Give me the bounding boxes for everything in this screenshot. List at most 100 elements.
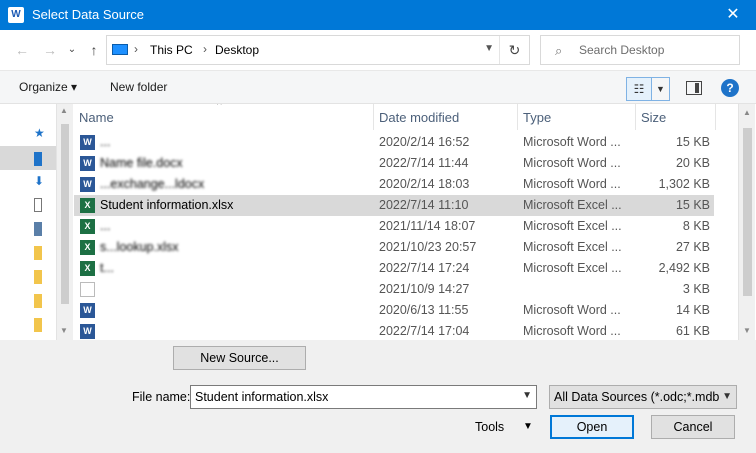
desktop-icon[interactable] [34, 152, 42, 166]
pictures-icon[interactable] [34, 222, 42, 236]
file-row[interactable]: X s...lookup.xlsx 2021/10/23 20:57 Micro… [74, 237, 714, 258]
up-button[interactable]: ↑ [84, 40, 104, 60]
file-name: ... [100, 135, 111, 149]
chevron-down-icon[interactable]: ▼ [722, 391, 732, 402]
file-type: Microsoft Excel ... [523, 219, 622, 233]
folder-icon[interactable] [34, 294, 42, 308]
file-icon [80, 282, 95, 297]
command-toolbar: Organize ▾ New folder ☷ ▼ ? [0, 70, 756, 104]
file-list-header: ^ Name Date modified Type Size [74, 104, 738, 130]
back-button[interactable]: ← [12, 40, 32, 60]
file-name-label: File name: [132, 390, 191, 404]
file-row[interactable]: W ... 2020/2/14 16:52 Microsoft Word ...… [74, 132, 714, 153]
file-type: Microsoft Word ... [523, 324, 621, 338]
column-header-date-modified[interactable]: Date modified [374, 104, 518, 130]
scroll-down-icon[interactable]: ▼ [60, 326, 68, 335]
file-type: Microsoft Word ... [523, 135, 621, 149]
file-row[interactable]: W Name file.docx 2022/7/14 11:44 Microso… [74, 153, 714, 174]
documents-icon[interactable] [34, 198, 42, 212]
preview-pane-icon[interactable] [686, 81, 702, 95]
excel-workbook-icon: X [80, 261, 95, 276]
file-row[interactable]: W ...exchange...ldocx 2020/2/14 18:03 Mi… [74, 174, 714, 195]
scrollbar-thumb[interactable] [743, 128, 752, 296]
folder-icon[interactable] [34, 246, 42, 260]
file-name: Student information.xlsx [100, 198, 234, 212]
breadcrumb-separator: › [203, 42, 207, 56]
file-row[interactable]: W 2022/7/14 17:04 Microsoft Word ... 61 … [74, 321, 714, 340]
file-size: 14 KB [675, 303, 710, 317]
file-size: 27 KB [675, 240, 710, 254]
cancel-button[interactable]: Cancel [651, 415, 735, 439]
file-row[interactable]: X ... 2021/11/14 18:07 Microsoft Excel .… [74, 216, 714, 237]
file-date-modified: 2022/7/14 17:04 [379, 324, 470, 338]
file-name: t... [100, 261, 114, 275]
help-icon[interactable]: ? [721, 79, 739, 97]
column-header-type[interactable]: Type [518, 104, 636, 130]
search-box[interactable]: ⌕ [540, 35, 740, 65]
file-row[interactable]: W 2020/6/13 11:55 Microsoft Word ... 14 … [74, 300, 714, 321]
scrollbar-thumb[interactable] [61, 124, 69, 304]
file-size: 61 KB [675, 324, 710, 338]
new-folder-button[interactable]: New folder [110, 80, 167, 94]
organize-button[interactable]: Organize ▾ [19, 80, 77, 94]
search-input[interactable] [579, 41, 729, 59]
tools-dropdown-icon[interactable]: ▼ [523, 421, 533, 432]
file-row-selected[interactable]: X Student information.xlsx 2022/7/14 11:… [74, 195, 714, 216]
breadcrumb-this-pc[interactable]: This PC [150, 43, 193, 57]
address-bar[interactable]: › This PC › Desktop ▼ ↻ [106, 35, 530, 65]
file-date-modified: 2021/10/9 14:27 [379, 282, 470, 296]
change-view-button[interactable]: ☷ [626, 77, 652, 101]
forward-button[interactable]: → [40, 40, 60, 60]
file-size: 15 KB [675, 198, 710, 212]
navigation-pane-scrollbar[interactable]: ▲ ▼ [56, 104, 73, 340]
word-document-icon: W [80, 156, 95, 171]
file-type-filter-value: All Data Sources (*.odc;*.mdb;* [554, 390, 719, 404]
breadcrumb-desktop[interactable]: Desktop [215, 43, 259, 57]
file-row[interactable]: X t... 2022/7/14 17:24 Microsoft Excel .… [74, 258, 714, 279]
window-title: Select Data Source [32, 7, 145, 22]
file-list-scrollbar[interactable]: ▲ ▼ [738, 104, 755, 340]
folder-icon[interactable] [34, 270, 42, 284]
file-name-field[interactable]: Student information.xlsx ▼ [190, 385, 537, 409]
title-bar: W Select Data Source ✕ [0, 0, 756, 30]
file-type: Microsoft Word ... [523, 156, 621, 170]
new-source-button[interactable]: New Source... [173, 346, 306, 370]
file-date-modified: 2021/11/14 18:07 [379, 219, 476, 233]
word-document-icon: W [80, 177, 95, 192]
file-size: 3 KB [682, 282, 710, 296]
dialog-footer: New Source... File name: Student informa… [0, 340, 756, 453]
file-type: Microsoft Excel ... [523, 261, 622, 275]
quick-access-icon[interactable]: ★ [34, 126, 46, 140]
refresh-button[interactable]: ↻ [499, 36, 529, 64]
file-list[interactable]: ^ Name Date modified Type Size W ... 202… [74, 104, 738, 340]
this-pc-icon [112, 44, 128, 55]
scroll-up-icon[interactable]: ▲ [60, 106, 68, 115]
navigation-pane[interactable]: ★ ⬇ [0, 104, 56, 340]
folder-icon[interactable] [34, 318, 42, 332]
address-dropdown-icon[interactable]: ▼ [484, 43, 494, 54]
file-row[interactable]: 2021/10/9 14:27 3 KB [74, 279, 714, 300]
view-options-dropdown[interactable]: ▼ [652, 77, 670, 101]
word-icon: W [8, 7, 24, 23]
file-date-modified: 2020/6/13 11:55 [379, 303, 469, 317]
excel-workbook-icon: X [80, 198, 95, 213]
scroll-down-icon[interactable]: ▼ [743, 326, 751, 335]
chevron-down-icon[interactable]: ▼ [522, 390, 532, 401]
file-name-value[interactable]: Student information.xlsx [195, 390, 328, 404]
column-header-name[interactable]: Name [74, 104, 374, 130]
file-date-modified: 2022/7/14 17:24 [379, 261, 470, 275]
close-button[interactable]: ✕ [710, 0, 756, 30]
file-type-filter[interactable]: All Data Sources (*.odc;*.mdb;* ▼ [549, 385, 737, 409]
downloads-icon[interactable]: ⬇ [34, 174, 46, 188]
file-date-modified: 2022/7/14 11:44 [379, 156, 469, 170]
tools-button[interactable]: Tools [475, 420, 504, 434]
excel-workbook-icon: X [80, 240, 95, 255]
file-type: Microsoft Word ... [523, 303, 621, 317]
scroll-up-icon[interactable]: ▲ [743, 108, 751, 117]
search-icon: ⌕ [555, 43, 563, 58]
open-button[interactable]: Open [550, 415, 634, 439]
recent-locations-button[interactable]: ⌄ [62, 40, 82, 60]
navigation-selected-item [0, 146, 56, 170]
file-name: ... [100, 219, 111, 233]
column-header-size[interactable]: Size [636, 104, 716, 130]
